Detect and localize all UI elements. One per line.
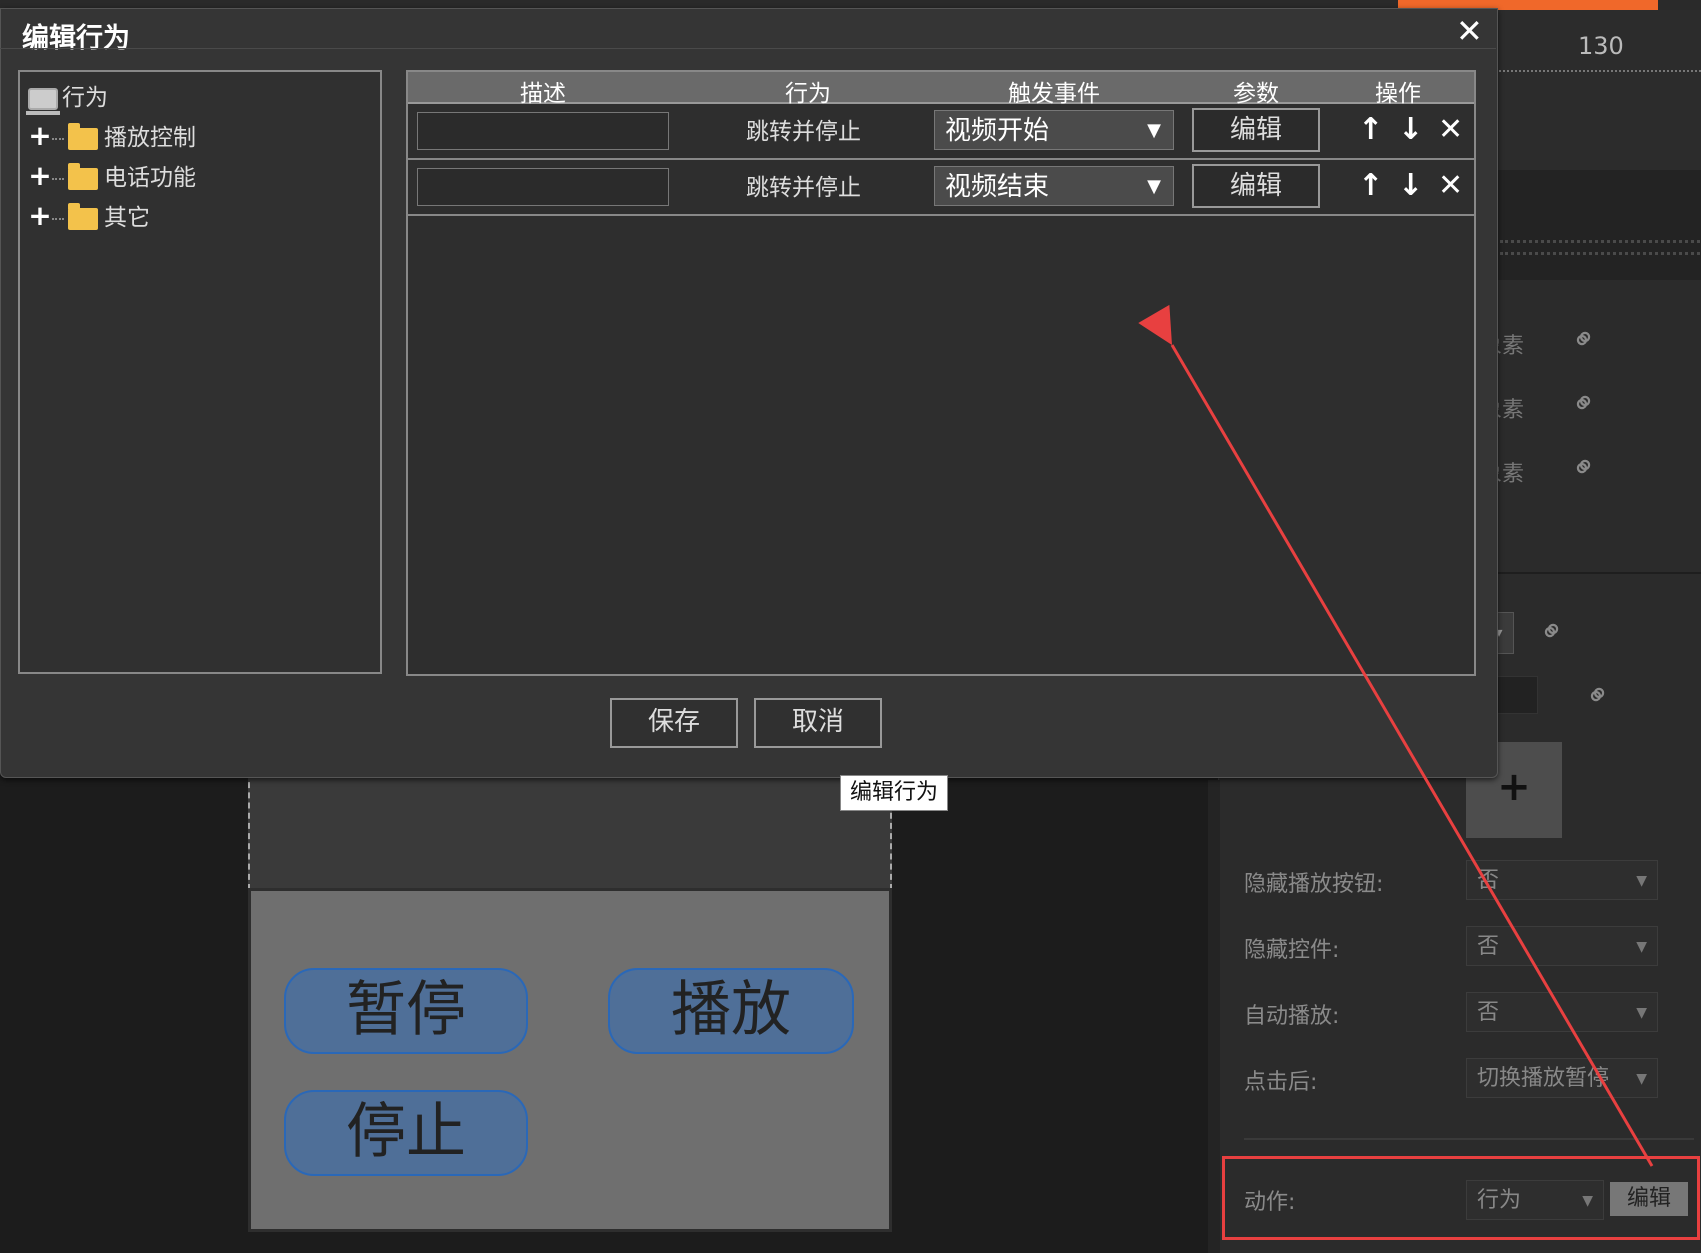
annotation-arrow xyxy=(1138,304,1654,1167)
